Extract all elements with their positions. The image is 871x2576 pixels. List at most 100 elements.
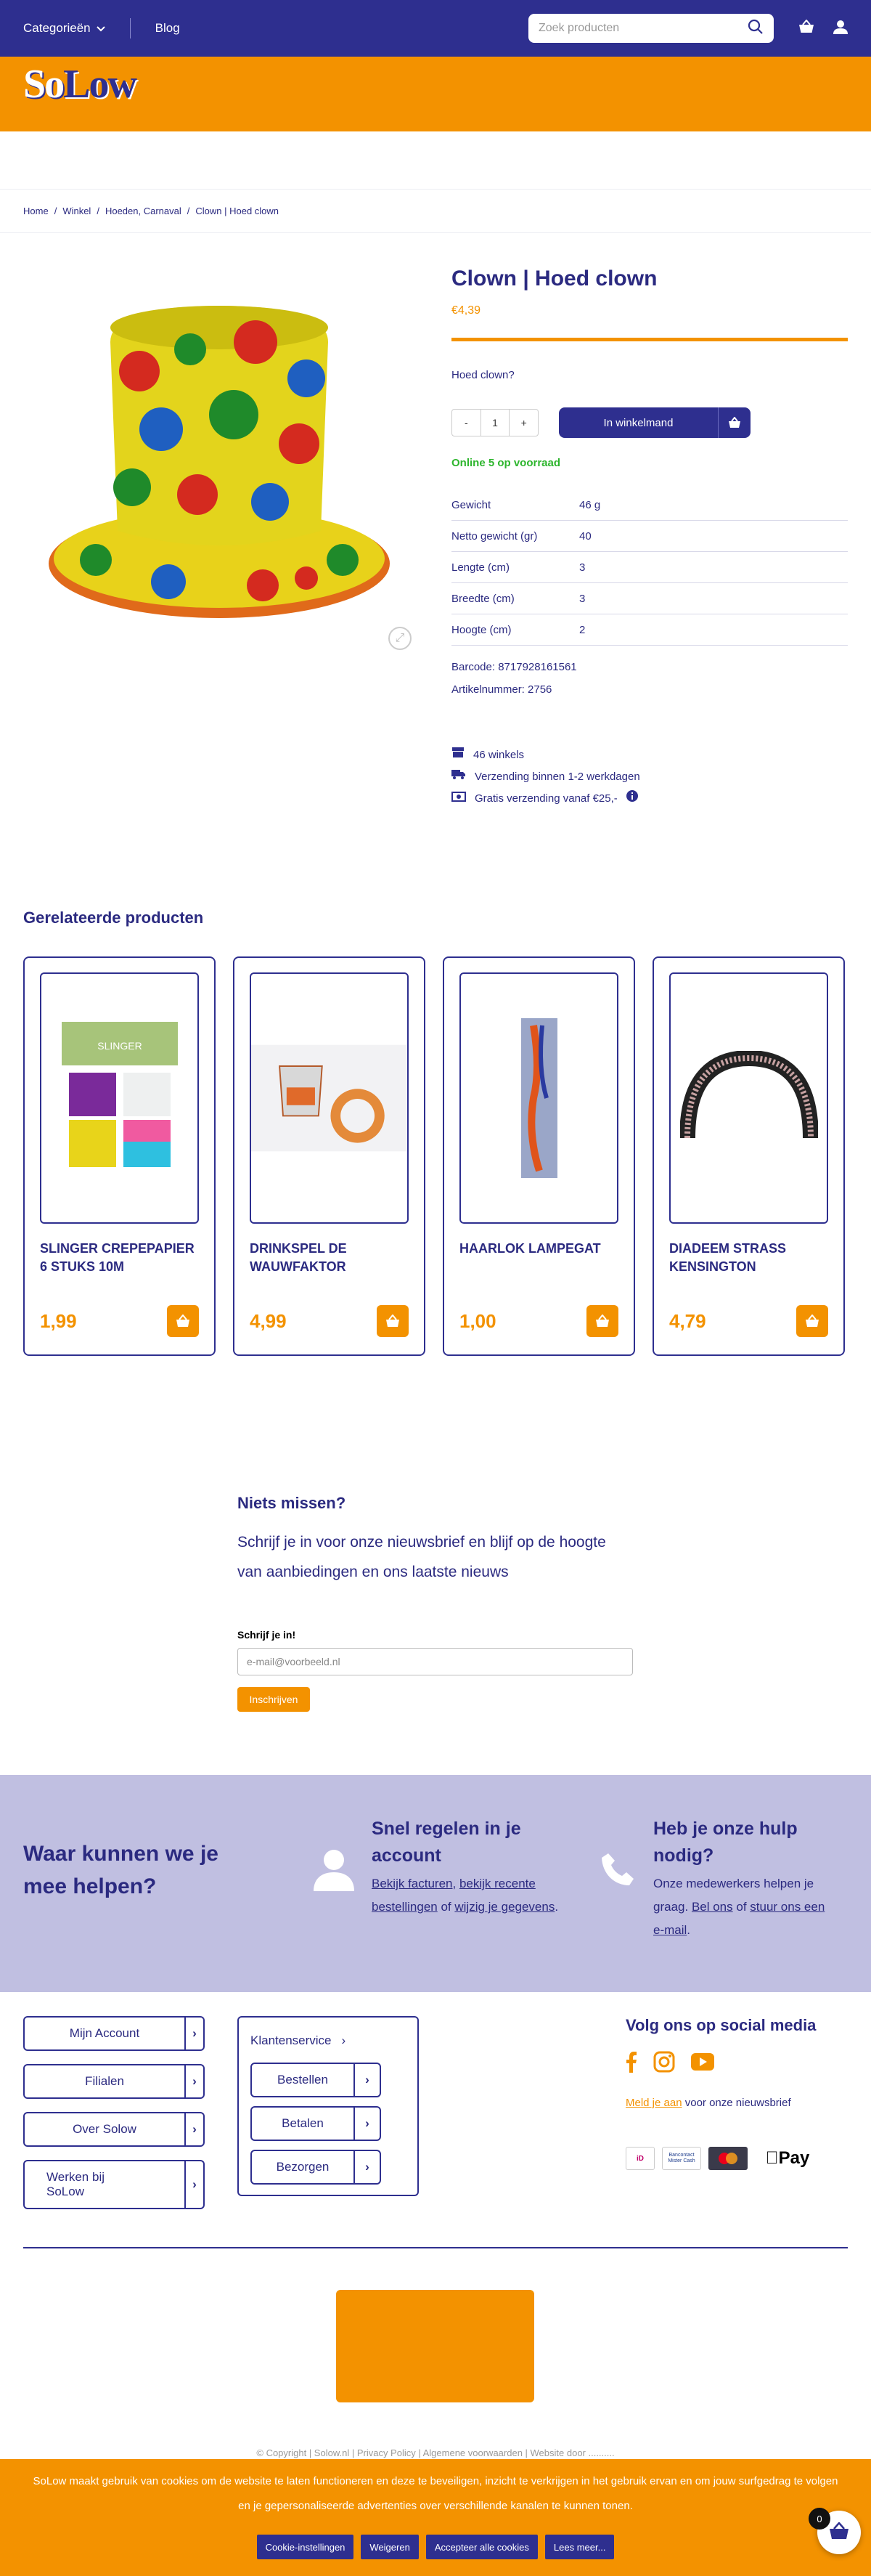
nav-divider bbox=[129, 18, 131, 38]
instagram-icon[interactable] bbox=[653, 2051, 675, 2076]
categories-label: Categorieën bbox=[23, 21, 91, 35]
spec-value: 3 bbox=[579, 592, 586, 605]
product-card[interactable]: SLINGER SLINGER CREPEPAPIER 6 STUKS 10M … bbox=[23, 956, 216, 1356]
youtube-icon[interactable] bbox=[691, 2053, 714, 2074]
info-icon[interactable] bbox=[626, 788, 638, 810]
qty-input[interactable]: 1 bbox=[480, 410, 510, 436]
add-to-cart-label: In winkelmand bbox=[559, 407, 719, 438]
cookie-read-more-button[interactable]: Lees meer... bbox=[544, 2535, 615, 2559]
footer-link-label: Mijn Account bbox=[69, 2026, 140, 2040]
cookie-accept-button[interactable]: Accepteer alle cookies bbox=[425, 2535, 538, 2559]
footer-link-label: Over Solow bbox=[73, 2122, 136, 2136]
newsletter-text: Schrijf je in voor onze nieuwsbrief en b… bbox=[237, 1534, 606, 1580]
text-end: . bbox=[687, 1923, 691, 1937]
spec-value: 3 bbox=[579, 561, 586, 574]
product-card[interactable]: HAARLOK LAMPEGAT 1,00 bbox=[443, 956, 635, 1356]
account-help-text: Bekijk facturen, bekijk recente bestelli… bbox=[372, 1872, 582, 1919]
add-to-cart-button[interactable] bbox=[586, 1305, 618, 1337]
account-icon[interactable] bbox=[833, 20, 848, 38]
product-image[interactable]: ⤢ bbox=[23, 255, 430, 662]
top-navigation-bar: Categorieën Blog Zoek producten bbox=[0, 0, 871, 57]
spec-row: Hoogte (cm) 2 bbox=[451, 614, 848, 646]
product-card-image[interactable] bbox=[250, 972, 409, 1224]
barcode: Barcode: 8717928161561 bbox=[451, 661, 577, 673]
customer-service-label: Klantenservice bbox=[250, 2033, 332, 2047]
basket-icon bbox=[829, 2521, 849, 2543]
qty-increase-button[interactable]: + bbox=[510, 410, 538, 436]
footer-links: Mijn Account › Filialen › Over Solow › Werk… bbox=[23, 2016, 205, 2222]
spec-row: Gewicht 46 g bbox=[451, 489, 848, 521]
product-card-name[interactable]: SLINGER CREPEPAPIER 6 STUKS 10M bbox=[40, 1240, 199, 1276]
breadcrumb-home[interactable]: Home bbox=[23, 206, 49, 216]
add-to-cart-button[interactable] bbox=[377, 1305, 409, 1337]
breadcrumb-separator: / bbox=[187, 206, 190, 216]
store-icon bbox=[451, 744, 465, 766]
product-card-price: 1,00 bbox=[459, 1310, 496, 1332]
newsletter-label: Schrijf je in! bbox=[237, 1629, 296, 1641]
newsletter-title: Niets missen? bbox=[237, 1494, 346, 1512]
product-card[interactable]: DIADEEM STRASS KENSINGTON 4,79 bbox=[653, 956, 845, 1356]
newsletter-suffix: voor onze nieuwsbrief bbox=[682, 2097, 791, 2109]
person-icon bbox=[314, 1845, 354, 1896]
floating-cart-button[interactable]: 0 bbox=[809, 2508, 861, 2554]
search-input[interactable]: Zoek producten bbox=[528, 14, 774, 43]
cookie-settings-button[interactable]: Cookie-instellingen bbox=[256, 2535, 354, 2559]
product-card-image[interactable] bbox=[459, 972, 618, 1224]
categories-menu[interactable]: Categorieën bbox=[23, 21, 105, 36]
spec-row: Lengte (cm) 3 bbox=[451, 552, 848, 583]
qty-decrease-button[interactable]: - bbox=[452, 410, 481, 436]
chevron-right-icon: › bbox=[353, 2108, 380, 2140]
edit-details-link[interactable]: wijzig je gegevens bbox=[454, 1900, 555, 1914]
social-column: Volg ons op social media Meld je aan voo… bbox=[626, 2016, 848, 2170]
footer-link-account[interactable]: Mijn Account › bbox=[23, 2016, 205, 2051]
add-to-cart-button[interactable]: In winkelmand bbox=[559, 407, 751, 438]
product-card-name[interactable]: DRINKSPEL DE WAUWFAKTOR bbox=[250, 1240, 409, 1276]
service-link-ordering[interactable]: Bestellen › bbox=[250, 2063, 381, 2097]
product-card[interactable]: DRINKSPEL DE WAUWFAKTOR 4,99 bbox=[233, 956, 425, 1356]
footer-link-label: Filialen bbox=[85, 2074, 124, 2088]
zoom-icon[interactable]: ⤢ bbox=[388, 627, 412, 650]
apple-pay-icon: Pay bbox=[766, 2148, 810, 2168]
blog-link[interactable]: Blog bbox=[155, 21, 180, 36]
signup-link[interactable]: Meld je aan bbox=[626, 2097, 682, 2109]
cart-icon[interactable] bbox=[798, 18, 814, 38]
search-icon[interactable] bbox=[748, 19, 764, 38]
chevron-right-icon: › bbox=[184, 2018, 203, 2049]
product-card-image[interactable] bbox=[669, 972, 828, 1224]
add-to-cart-button[interactable] bbox=[796, 1305, 828, 1337]
facebook-icon[interactable] bbox=[626, 2051, 637, 2076]
orange-logo-box bbox=[336, 2290, 534, 2402]
product-card-name[interactable]: HAARLOK LAMPEGAT bbox=[459, 1240, 618, 1258]
spec-row: Breedte (cm) 3 bbox=[451, 583, 848, 614]
footer-link-label: Werken bij SoLow bbox=[46, 2170, 105, 2198]
product-card-name[interactable]: DIADEEM STRASS KENSINGTON bbox=[669, 1240, 828, 1276]
contact-help-title: Heb je onze hulp nodig? bbox=[653, 1819, 798, 1866]
email-field[interactable]: e-mail@voorbeeld.nl bbox=[237, 1648, 633, 1675]
cart-count-badge: 0 bbox=[809, 2508, 830, 2530]
footer-link-about[interactable]: Over Solow › bbox=[23, 2112, 205, 2147]
cookie-decline-button[interactable]: Weigeren bbox=[361, 2535, 419, 2559]
footer-link-jobs[interactable]: Werken bij SoLow › bbox=[23, 2160, 205, 2209]
call-link[interactable]: Bel ons bbox=[692, 1900, 733, 1914]
product-card-image[interactable]: SLINGER bbox=[40, 972, 199, 1224]
breadcrumb: Home / Winkel / Hoeden, Carnaval / Clown | … bbox=[0, 190, 871, 233]
subscribe-button[interactable]: Inschrijven bbox=[237, 1687, 310, 1712]
add-to-cart-button[interactable] bbox=[167, 1305, 199, 1337]
footer-link-stores[interactable]: Filialen › bbox=[23, 2064, 205, 2099]
solow-logo[interactable]: SoLow bbox=[23, 61, 137, 107]
customer-service-box: Klantenservice › Bestellen › Betalen › Bezo… bbox=[237, 2016, 419, 2196]
chevron-right-icon: › bbox=[341, 2033, 346, 2047]
product-meta: Barcode: 8717928161561 Artikelnummer: 27… bbox=[451, 656, 848, 701]
chevron-right-icon: › bbox=[353, 2151, 380, 2183]
invoices-link[interactable]: Bekijk facturen bbox=[372, 1877, 453, 1890]
service-link-delivery[interactable]: Bezorgen › bbox=[250, 2150, 381, 2185]
text-separator: of bbox=[732, 1900, 751, 1914]
spec-key: Gewicht bbox=[451, 498, 491, 511]
breadcrumb-category[interactable]: Hoeden, Carnaval bbox=[105, 206, 181, 216]
customer-service-link[interactable]: Klantenservice › bbox=[250, 2028, 406, 2054]
payment-methods: iD BancontactMister Cash Pay bbox=[626, 2147, 848, 2170]
text-separator: of bbox=[437, 1900, 455, 1914]
service-link-payment[interactable]: Betalen › bbox=[250, 2106, 381, 2141]
breadcrumb-winkel[interactable]: Winkel bbox=[62, 206, 91, 216]
account-help-title: Snel regelen in je account bbox=[372, 1819, 521, 1866]
